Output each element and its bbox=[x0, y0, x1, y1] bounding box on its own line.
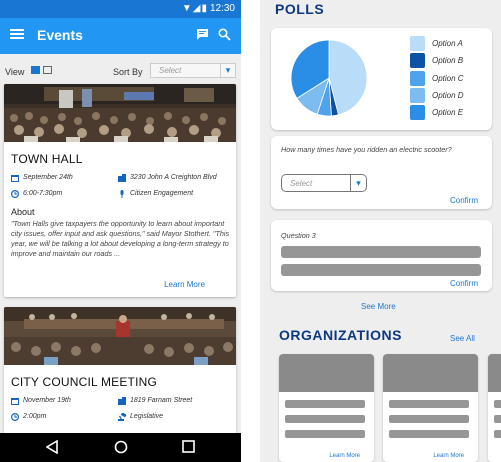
calendar-icon bbox=[11, 175, 19, 182]
app-title: Events bbox=[37, 27, 83, 43]
legend-item: Option D bbox=[410, 88, 500, 104]
event-time: 2:00pm bbox=[23, 413, 47, 420]
about-heading: About bbox=[11, 207, 35, 217]
poll-option-bar[interactable] bbox=[281, 264, 481, 276]
event-date: September 24th bbox=[23, 174, 73, 181]
clock-icon bbox=[11, 190, 19, 198]
legend-swatch bbox=[410, 71, 425, 86]
poll-results-card: Option A Option B Option C Option D Opti… bbox=[271, 28, 492, 130]
confirm-button[interactable]: Confirm bbox=[450, 196, 478, 205]
about-text: "Town Halls give taxpayers the opportuni… bbox=[11, 219, 230, 258]
legend-swatch bbox=[410, 53, 425, 68]
learn-more-link[interactable]: Learn More bbox=[433, 453, 464, 459]
placeholder-line bbox=[389, 400, 469, 408]
recents-icon[interactable] bbox=[182, 440, 195, 453]
poll-answer-value: Select bbox=[290, 179, 313, 188]
poll-question: How many times have you ridden an electr… bbox=[281, 145, 452, 154]
placeholder-line bbox=[389, 430, 469, 438]
event-photo bbox=[4, 84, 236, 142]
sort-select-value: Select bbox=[159, 66, 182, 75]
polls-panel: POLLS Option A Option B Option C Option … bbox=[260, 0, 501, 462]
legend-item: Option C bbox=[410, 71, 500, 87]
event-date: November 19th bbox=[23, 397, 71, 404]
clock-icon bbox=[11, 413, 19, 421]
legend-label: Option B bbox=[432, 56, 464, 65]
legend-item: Option A bbox=[410, 36, 500, 52]
organization-image bbox=[383, 354, 478, 392]
building-icon bbox=[118, 174, 126, 182]
organization-image bbox=[488, 354, 501, 392]
legend-label: Option C bbox=[432, 74, 464, 83]
sort-label: Sort By bbox=[113, 67, 143, 77]
gavel-icon bbox=[118, 413, 126, 421]
system-nav-bar bbox=[0, 433, 241, 462]
building-icon bbox=[118, 397, 126, 405]
see-more-link[interactable]: See More bbox=[361, 302, 396, 311]
organization-card[interactable] bbox=[488, 354, 501, 462]
status-time: 12:30 bbox=[209, 3, 235, 14]
see-all-link[interactable]: See All bbox=[450, 334, 475, 343]
event-category: Citizen Engagement bbox=[130, 190, 194, 197]
list-view-icon[interactable] bbox=[31, 66, 40, 74]
event-address: 3230 John A Creighton Blvd bbox=[130, 174, 217, 181]
chevron-down-icon[interactable]: ▾ bbox=[220, 63, 235, 78]
placeholder-line bbox=[389, 415, 469, 423]
legend-swatch bbox=[410, 105, 425, 120]
poll-question-card: Question 3 Confirm bbox=[271, 220, 492, 291]
event-card[interactable]: CITY COUNCIL MEETING November 19th 1819 … bbox=[4, 307, 236, 437]
organizations-heading: ORGANIZATIONS bbox=[279, 327, 402, 343]
home-icon[interactable] bbox=[114, 440, 128, 454]
legend-label: Option D bbox=[432, 91, 464, 100]
placeholder-line bbox=[494, 430, 501, 438]
event-category: Legislative bbox=[130, 413, 164, 420]
poll-option-bar[interactable] bbox=[281, 246, 481, 258]
event-card[interactable]: TOWN HALL September 24th 3230 John A Cre… bbox=[4, 84, 236, 297]
poll-pie-chart bbox=[290, 39, 368, 117]
placeholder-line bbox=[494, 415, 501, 423]
view-label: View bbox=[5, 67, 25, 77]
polls-heading: POLLS bbox=[275, 1, 325, 17]
poll-question: Question 3 bbox=[281, 231, 316, 240]
legend-label: Option A bbox=[432, 39, 463, 48]
confirm-button[interactable]: Confirm bbox=[450, 279, 478, 288]
legend-swatch bbox=[410, 88, 425, 103]
legend-item: Option B bbox=[410, 53, 500, 69]
back-icon[interactable] bbox=[46, 440, 58, 454]
phone-screen: ▼◢▮ 12:30 Events View Sort By Select ▾ T… bbox=[0, 0, 241, 462]
menu-icon[interactable] bbox=[10, 28, 24, 40]
placeholder-line bbox=[494, 400, 501, 408]
search-icon[interactable] bbox=[218, 28, 231, 41]
sort-select[interactable]: Select ▾ bbox=[150, 63, 236, 78]
app-bar: Events bbox=[0, 18, 241, 54]
status-bar: ▼◢▮ 12:30 bbox=[0, 0, 241, 18]
learn-more-link[interactable]: Learn More bbox=[329, 453, 360, 459]
poll-answer-select[interactable]: Select ▾ bbox=[281, 174, 367, 192]
placeholder-line bbox=[285, 400, 365, 408]
event-photo bbox=[4, 307, 236, 365]
organization-image bbox=[279, 354, 374, 392]
poll-question-card: How many times have you ridden an electr… bbox=[271, 136, 492, 209]
legend-swatch bbox=[410, 36, 425, 51]
placeholder-line bbox=[285, 430, 365, 438]
calendar-icon bbox=[11, 398, 19, 405]
organization-card[interactable]: Learn More bbox=[383, 354, 478, 462]
calendar-view-icon[interactable] bbox=[43, 66, 52, 74]
event-title: CITY COUNCIL MEETING bbox=[11, 375, 158, 389]
event-address: 1819 Farnam Street bbox=[130, 397, 193, 404]
event-title: TOWN HALL bbox=[11, 152, 83, 166]
status-icons: ▼◢▮ bbox=[181, 3, 208, 14]
organization-card[interactable]: Learn More bbox=[279, 354, 374, 462]
legend-item: Option E bbox=[410, 105, 500, 121]
placeholder-line bbox=[285, 415, 365, 423]
learn-more-link[interactable]: Learn More bbox=[164, 280, 205, 289]
chevron-down-icon[interactable]: ▾ bbox=[350, 175, 366, 191]
microphone-icon bbox=[120, 190, 124, 198]
event-time: 6:00-7:30pm bbox=[23, 190, 63, 197]
legend-label: Option E bbox=[432, 108, 464, 117]
chat-icon[interactable] bbox=[196, 28, 209, 40]
filter-bar: View Sort By Select ▾ bbox=[0, 54, 241, 84]
